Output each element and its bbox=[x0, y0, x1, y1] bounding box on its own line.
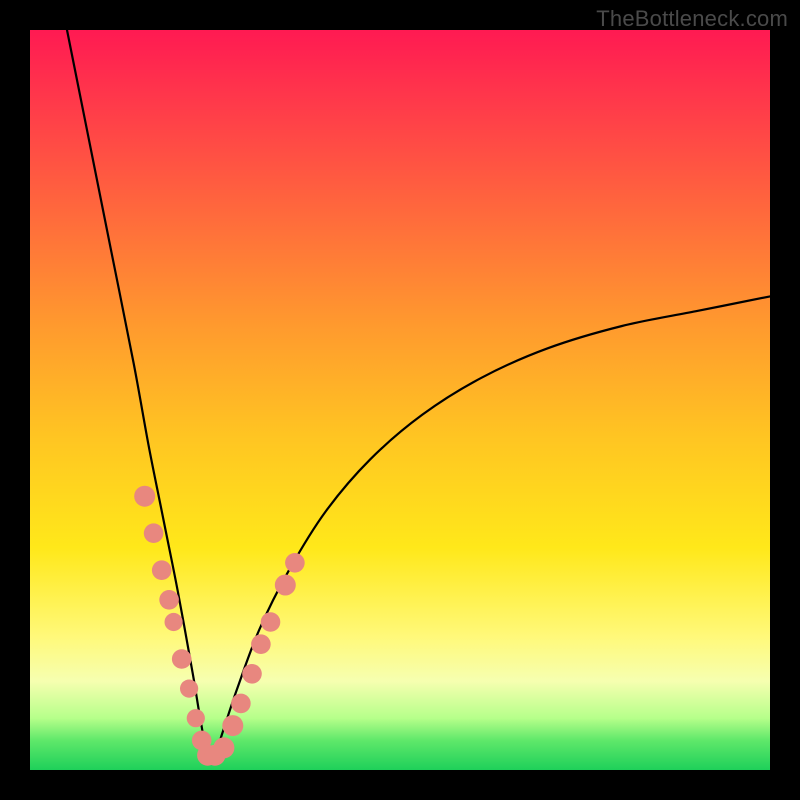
sample-point bbox=[187, 709, 205, 727]
watermark-text: TheBottleneck.com bbox=[596, 6, 788, 32]
sample-point bbox=[165, 613, 183, 631]
chart-frame: TheBottleneck.com bbox=[0, 0, 800, 800]
bottleneck-curve bbox=[67, 30, 770, 759]
sample-point bbox=[285, 553, 305, 573]
curve-layer bbox=[30, 30, 770, 770]
sample-point bbox=[251, 634, 271, 654]
sample-point bbox=[231, 694, 251, 714]
sample-point bbox=[242, 664, 262, 684]
sample-point bbox=[159, 590, 179, 610]
sample-point bbox=[275, 575, 296, 596]
sample-point bbox=[180, 680, 198, 698]
sample-point bbox=[172, 649, 192, 669]
sample-point bbox=[222, 715, 243, 736]
sample-point bbox=[144, 523, 164, 543]
sample-point bbox=[152, 560, 172, 580]
sample-point bbox=[261, 612, 281, 632]
sample-points bbox=[134, 486, 304, 766]
sample-point bbox=[134, 486, 155, 507]
sample-point bbox=[213, 737, 234, 758]
